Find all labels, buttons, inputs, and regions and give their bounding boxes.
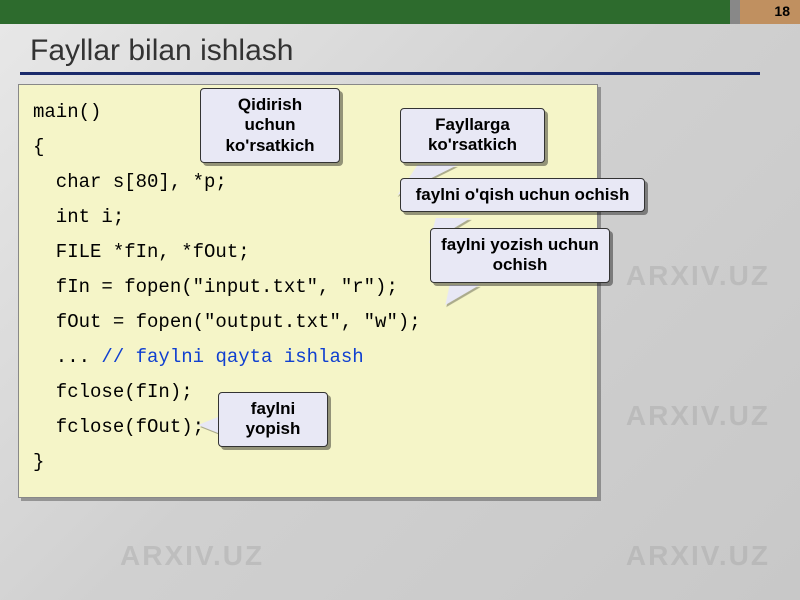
header-accent-tan [740,0,800,24]
code-line: main() [33,101,101,123]
title-underline [20,72,760,75]
page-number: 18 [774,3,790,19]
code-line: int i; [33,206,124,228]
code-line: FILE *fIn, *fOut; [33,241,250,263]
code-line: fclose(fOut); [33,416,204,438]
callout-open-read: faylni o'qish uchun ochish [400,178,645,212]
callout-open-write: faylni yozish uchun ochish [430,228,610,283]
slide-title: Fayllar bilan ishlash [30,34,293,68]
header-bar [0,0,800,24]
code-line: fOut = fopen("output.txt", "w"); [33,311,421,333]
code-line: fclose(fIn); [33,381,193,403]
code-comment: // faylni qayta ishlash [101,346,363,368]
callout-file-pointer: Fayllarga ko'rsatkich [400,108,545,163]
callout-close-file: faylni yopish [218,392,328,447]
code-line: } [33,451,44,473]
code-line: ... [33,346,101,368]
code-line: fIn = fopen("input.txt", "r"); [33,276,398,298]
code-line: { [33,136,44,158]
callout-search-pointer: Qidirish uchun ko'rsatkich [200,88,340,163]
code-line: char s[80], *p; [33,171,227,193]
header-accent-gray [730,0,740,24]
